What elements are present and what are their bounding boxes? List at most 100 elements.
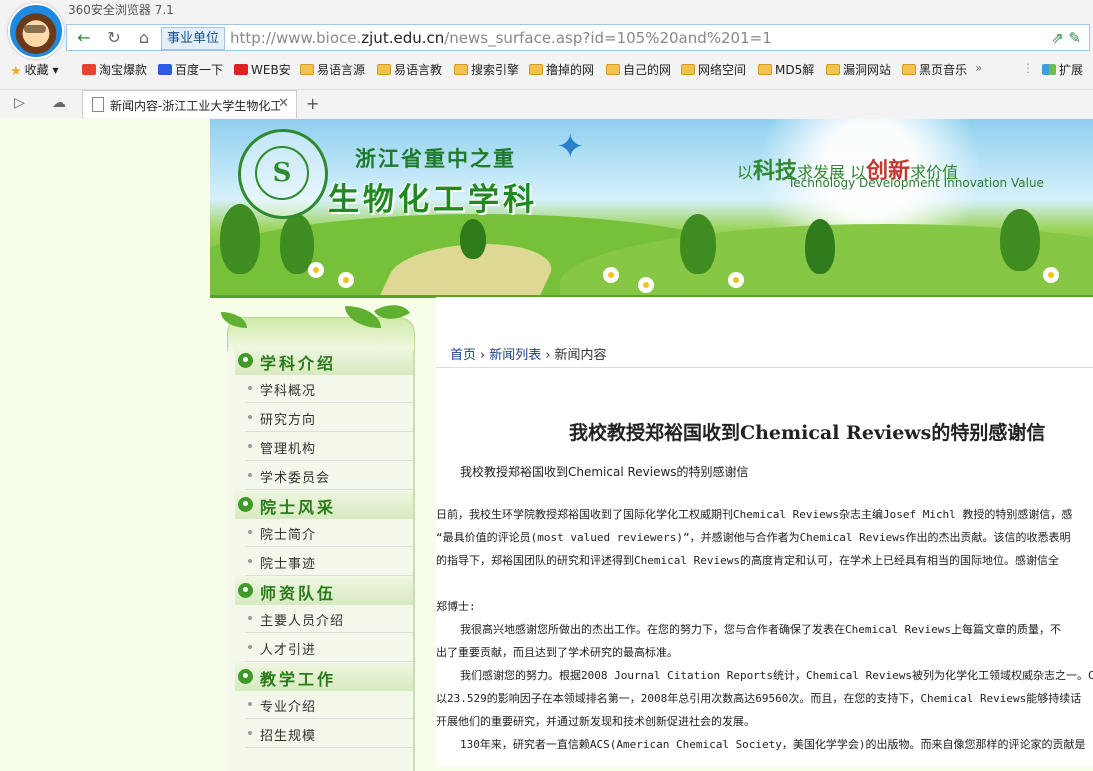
- share-icon[interactable]: ⇗ ✎: [1051, 29, 1081, 47]
- chevron-right-icon: ›: [545, 348, 551, 363]
- sidebar: 学科介绍 学科概况 研究方向 管理机构 学术委员会 院士风采 院士简介 院士事迹…: [221, 295, 415, 771]
- university-seal-icon: S: [238, 129, 328, 219]
- sidebar-item-committee[interactable]: 学术委员会: [245, 462, 413, 490]
- flower-icon: [1045, 269, 1057, 281]
- folder-icon: [454, 64, 468, 75]
- url-prefix: http://www.bioce.: [230, 29, 362, 47]
- sidebar-item-staff[interactable]: 主要人员介绍: [245, 605, 413, 633]
- sidebar-item-recruitment[interactable]: 人才引进: [245, 634, 413, 662]
- star-icon: ★: [10, 64, 22, 79]
- sidebar-item-overview[interactable]: 学科概况: [245, 375, 413, 403]
- tree-icon: [805, 219, 835, 274]
- bookmarks-bar: ★ 收藏 ▾ 淘宝爆款 百度一下 WEB安 易语言源 易语言教 搜索引擎 撸掉的网…: [0, 58, 1093, 82]
- folder-icon: [606, 64, 620, 75]
- bookmark-item[interactable]: MD5解: [758, 61, 814, 78]
- bookmark-item[interactable]: 易语言教: [377, 61, 442, 78]
- app-title: 360安全浏览器 7.1: [68, 3, 174, 17]
- sidebar-section-faculty[interactable]: 师资队伍: [235, 577, 413, 605]
- breadcrumb-list-link[interactable]: 新闻列表: [489, 348, 541, 363]
- sidebar-item-academician-deeds[interactable]: 院士事迹: [245, 548, 413, 576]
- bookmark-item[interactable]: 淘宝爆款: [82, 61, 147, 78]
- bookmark-item[interactable]: 网络空间: [681, 61, 746, 78]
- cloud-icon[interactable]: ☁: [52, 95, 66, 111]
- new-tab-button[interactable]: +: [306, 94, 319, 113]
- bullet-icon: [248, 616, 252, 620]
- banner-slogan-english: Technology Development Innovation Value: [788, 176, 1044, 190]
- sidebar-item-enrollment[interactable]: 招生规模: [245, 720, 413, 748]
- tab-news-content[interactable]: 新闻内容-浙江工业大学生物化工 ✕: [82, 90, 297, 118]
- more-bookmarks-icon[interactable]: »: [975, 61, 982, 75]
- sidebar-toggle-icon[interactable]: ▷: [14, 95, 25, 111]
- sidebar-item-research[interactable]: 研究方向: [245, 404, 413, 432]
- article-paragraph: 开展他们的重要研究，并通过新发现和技术创新促进社会的发展。: [436, 715, 755, 728]
- flower-icon: [730, 274, 742, 286]
- bookmark-item[interactable]: 黑页音乐: [902, 61, 967, 78]
- url-input[interactable]: http://www.bioce.zjut.edu.cn/news_surfac…: [230, 29, 772, 47]
- site-category-badge[interactable]: 事业单位: [161, 27, 226, 50]
- sidebar-section-academician[interactable]: 院士风采: [235, 491, 413, 519]
- folder-icon: [681, 64, 695, 75]
- tree-icon: [460, 219, 486, 259]
- menu-dots-icon[interactable]: ⋮: [1022, 61, 1034, 75]
- bookmark-item[interactable]: 搜索引擎: [454, 61, 519, 78]
- bookmark-item[interactable]: 自己的网: [606, 61, 671, 78]
- butterfly-icon: ✦: [556, 127, 585, 167]
- baidu-paw-icon: [158, 64, 172, 75]
- sidebar-item-majors[interactable]: 专业介绍: [245, 691, 413, 719]
- bookmark-item[interactable]: 漏洞网站: [826, 61, 891, 78]
- tab-title: 新闻内容-浙江工业大学生物化工: [110, 99, 280, 113]
- article-paragraph: 出了重要贡献，而且达到了学术研究的最高标准。: [436, 646, 678, 659]
- sidebar-item-management[interactable]: 管理机构: [245, 433, 413, 461]
- article-title: 我校教授郑裕国收到Chemical Reviews的特别感谢信: [569, 422, 1046, 444]
- tree-icon: [1000, 209, 1040, 271]
- title-bar: 360安全浏览器 7.1: [0, 0, 1093, 59]
- breadcrumb: 首页 › 新闻列表 › 新闻内容: [450, 344, 606, 363]
- leaf-bullet-icon: [238, 497, 253, 512]
- bullet-icon: [248, 444, 252, 448]
- bullet-icon: [248, 559, 252, 563]
- divider: [436, 367, 1093, 368]
- url-domain: zjut.edu.cn: [361, 29, 445, 47]
- chevron-right-icon: ›: [480, 348, 486, 363]
- back-arrow-icon[interactable]: ←: [73, 28, 95, 48]
- article-paragraph: 以23.529的影响因子在本领域排名第一，2008年总引用次数高达69560次。…: [436, 692, 1082, 705]
- url-path: /news_surface.asp?id=105%20and%201=1: [444, 29, 772, 47]
- article-paragraph: “最具价值的评论员(most valued reviewers)”，并感谢他与合…: [436, 531, 1071, 544]
- folder-icon: [377, 64, 391, 75]
- leaf-bullet-icon: [238, 583, 253, 598]
- folder-icon: [902, 64, 916, 75]
- bullet-icon: [248, 645, 252, 649]
- sidebar-section-title: 学科介绍: [260, 354, 337, 373]
- sidebar-item-academician-intro[interactable]: 院士简介: [245, 519, 413, 547]
- refresh-icon[interactable]: ↻: [103, 28, 125, 48]
- tree-icon: [280, 214, 314, 274]
- extensions-button[interactable]: 扩展: [1042, 61, 1083, 78]
- bookmark-item[interactable]: 百度一下: [158, 61, 223, 78]
- breadcrumb-home-link[interactable]: 首页: [450, 348, 476, 363]
- bullet-icon: [248, 702, 252, 706]
- close-icon[interactable]: ✕: [278, 96, 289, 111]
- folder-icon: [826, 64, 840, 75]
- bookmark-item[interactable]: 易语言源: [300, 61, 365, 78]
- bookmark-item[interactable]: WEB安: [234, 61, 291, 78]
- bullet-icon: [248, 415, 252, 419]
- tab-strip: ▷ ☁ 新闻内容-浙江工业大学生物化工 ✕ +: [0, 89, 1093, 118]
- sidebar-section-title: 院士风采: [260, 498, 337, 517]
- article-panel: 首页 › 新闻列表 › 新闻内容 我校教授郑裕国收到Chemical Reviews的特…: [436, 297, 1093, 767]
- bookmark-favorites[interactable]: ★ 收藏 ▾: [10, 61, 59, 79]
- bookmark-item[interactable]: 撸掉的网: [529, 61, 594, 78]
- flower-icon: [310, 264, 322, 276]
- article-paragraph: 我很高兴地感谢您所做出的杰出工作。在您的努力下，您与合作者确保了发表在Chemi…: [460, 623, 1061, 636]
- address-bar[interactable]: ← ↻ ⌂ 事业单位 http://www.bioce.zjut.edu.cn/…: [66, 24, 1090, 51]
- sidebar-section-title: 师资队伍: [260, 584, 337, 603]
- seal-glyph: S: [255, 146, 309, 200]
- folder-icon: [758, 64, 772, 75]
- sidebar-section-teaching[interactable]: 教学工作: [235, 663, 413, 691]
- flower-icon: [640, 279, 652, 291]
- banner-subtitle: 浙江省重中之重: [355, 146, 516, 171]
- bullet-icon: [248, 530, 252, 534]
- folder-icon: [529, 64, 543, 75]
- sidebar-section-discipline[interactable]: 学科介绍: [235, 347, 413, 375]
- home-icon[interactable]: ⌂: [133, 28, 155, 48]
- leaf-icon: [221, 312, 247, 328]
